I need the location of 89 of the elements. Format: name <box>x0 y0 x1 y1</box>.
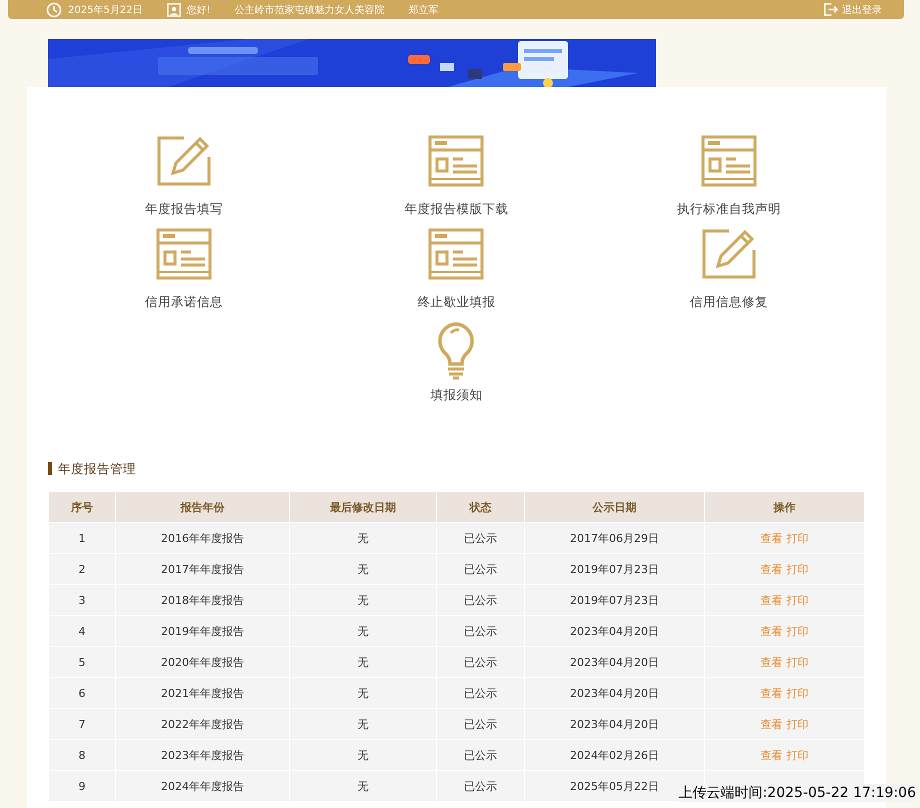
table-cell: 6 <box>48 678 116 708</box>
greeting-text: 您好! <box>186 4 211 16</box>
shortcut-button[interactable]: 终止歇业填报 <box>417 220 496 311</box>
table-cell: 无 <box>290 708 436 740</box>
column-header: 报告年份 <box>116 492 290 522</box>
user-name: 郑立军 <box>408 4 439 16</box>
table-cell: 2017年年度报告 <box>116 554 290 584</box>
table-cell: 已公示 <box>436 708 524 740</box>
table-cell: 已公示 <box>436 740 524 770</box>
table-cell: 2020年年度报告 <box>116 646 290 678</box>
table-cell: 2023年04月20日 <box>524 616 704 646</box>
table-cell: 已公示 <box>436 584 524 616</box>
table-cell: 已公示 <box>436 678 524 708</box>
table-cell: 已公示 <box>436 616 524 646</box>
column-header: 操作 <box>704 492 864 522</box>
action-link[interactable]: 查看 <box>760 532 782 544</box>
table-cell: 无 <box>290 678 436 708</box>
action-link[interactable]: 打印 <box>786 532 808 544</box>
date-text: 2025年5月22日 <box>68 4 143 16</box>
action-link[interactable]: 打印 <box>786 656 808 668</box>
section-title: 年度报告管理 <box>48 462 865 475</box>
action-link[interactable]: 打印 <box>786 748 808 762</box>
action-link[interactable]: 打印 <box>786 594 808 606</box>
action-link[interactable]: 查看 <box>760 562 782 576</box>
table-cell: 已公示 <box>436 770 524 802</box>
table-cell: 2018年年度报告 <box>116 584 290 616</box>
table-cell: 已公示 <box>436 522 524 554</box>
table-cell: 5 <box>48 646 116 678</box>
action-link[interactable]: 打印 <box>786 718 808 730</box>
action-link[interactable]: 打印 <box>786 686 808 700</box>
table-cell: 2021年年度报告 <box>116 678 290 708</box>
shortcut-button[interactable]: 信用信息修复 <box>690 220 768 311</box>
table-cell: 2023年年度报告 <box>116 740 290 770</box>
action-link[interactable]: 查看 <box>760 656 782 668</box>
shortcut-button[interactable]: 年度报告模版下载 <box>404 127 508 218</box>
table-cell: 无 <box>290 770 436 802</box>
table-cell: 2019年年度报告 <box>116 616 290 646</box>
table-cell: 2 <box>48 554 116 584</box>
table-cell: 1 <box>48 522 116 554</box>
action-link[interactable]: 打印 <box>786 562 808 576</box>
logout-icon <box>823 2 838 17</box>
column-header: 序号 <box>48 492 116 522</box>
column-header: 公示日期 <box>524 492 704 522</box>
company-name: 公主岭市范家屯镇魅力女人美容院 <box>234 4 385 16</box>
table-cell: 2023年04月20日 <box>524 646 704 678</box>
table-cell: 4 <box>48 616 116 646</box>
table-cell: 2024年02月26日 <box>524 740 704 770</box>
table-cell: 已公示 <box>436 554 524 584</box>
action-link[interactable]: 查看 <box>760 624 782 638</box>
form-icon <box>700 135 757 187</box>
shortcut-button[interactable]: 填报须知 <box>430 313 482 404</box>
user-card-icon <box>166 2 181 18</box>
logout-button[interactable]: 退出登录 <box>823 2 882 17</box>
table-cell: 无 <box>290 740 436 770</box>
table-cell: 无 <box>290 554 436 584</box>
shortcut-button[interactable]: 执行标准自我声明 <box>676 127 781 218</box>
shortcut-button[interactable]: 信用承诺信息 <box>145 220 224 311</box>
table-cell: 2022年年度报告 <box>116 708 290 740</box>
pencil-edit-icon <box>700 228 757 280</box>
form-icon <box>428 228 484 280</box>
table-cell: 9 <box>48 770 116 802</box>
action-link[interactable]: 查看 <box>760 594 782 606</box>
table-cell: 2017年06月29日 <box>524 522 704 554</box>
action-link[interactable]: 查看 <box>760 718 782 730</box>
table-cell: 2023年04月20日 <box>524 708 704 740</box>
upload-time-overlay: 上传云端时间:2025-05-22 17:19:06 <box>678 784 916 802</box>
shortcut-button[interactable]: 年度报告填写 <box>145 127 224 218</box>
table-cell: 8 <box>48 740 116 770</box>
table-cell: 无 <box>290 522 436 554</box>
table-cell: 2023年04月20日 <box>524 678 704 708</box>
action-link[interactable]: 查看 <box>760 748 782 762</box>
action-link[interactable]: 打印 <box>786 624 808 638</box>
table-cell: 3 <box>48 584 116 616</box>
pencil-edit-icon <box>156 135 212 187</box>
form-icon <box>156 228 212 280</box>
table-cell: 2019年07月23日 <box>524 554 704 584</box>
table-cell: 7 <box>48 708 116 740</box>
table-cell: 无 <box>290 584 436 616</box>
table-cell: 2024年年度报告 <box>116 770 290 802</box>
column-header: 状态 <box>436 492 524 522</box>
column-header: 最后修改日期 <box>290 492 436 522</box>
table-cell: 2016年年度报告 <box>116 522 290 554</box>
form-icon <box>428 135 484 187</box>
clock-icon <box>46 2 62 18</box>
table-cell: 无 <box>290 646 436 678</box>
table-cell: 无 <box>290 616 436 646</box>
table-cell: 已公示 <box>436 646 524 678</box>
action-link[interactable]: 查看 <box>760 686 782 700</box>
table-cell: 2019年07月23日 <box>524 584 704 616</box>
